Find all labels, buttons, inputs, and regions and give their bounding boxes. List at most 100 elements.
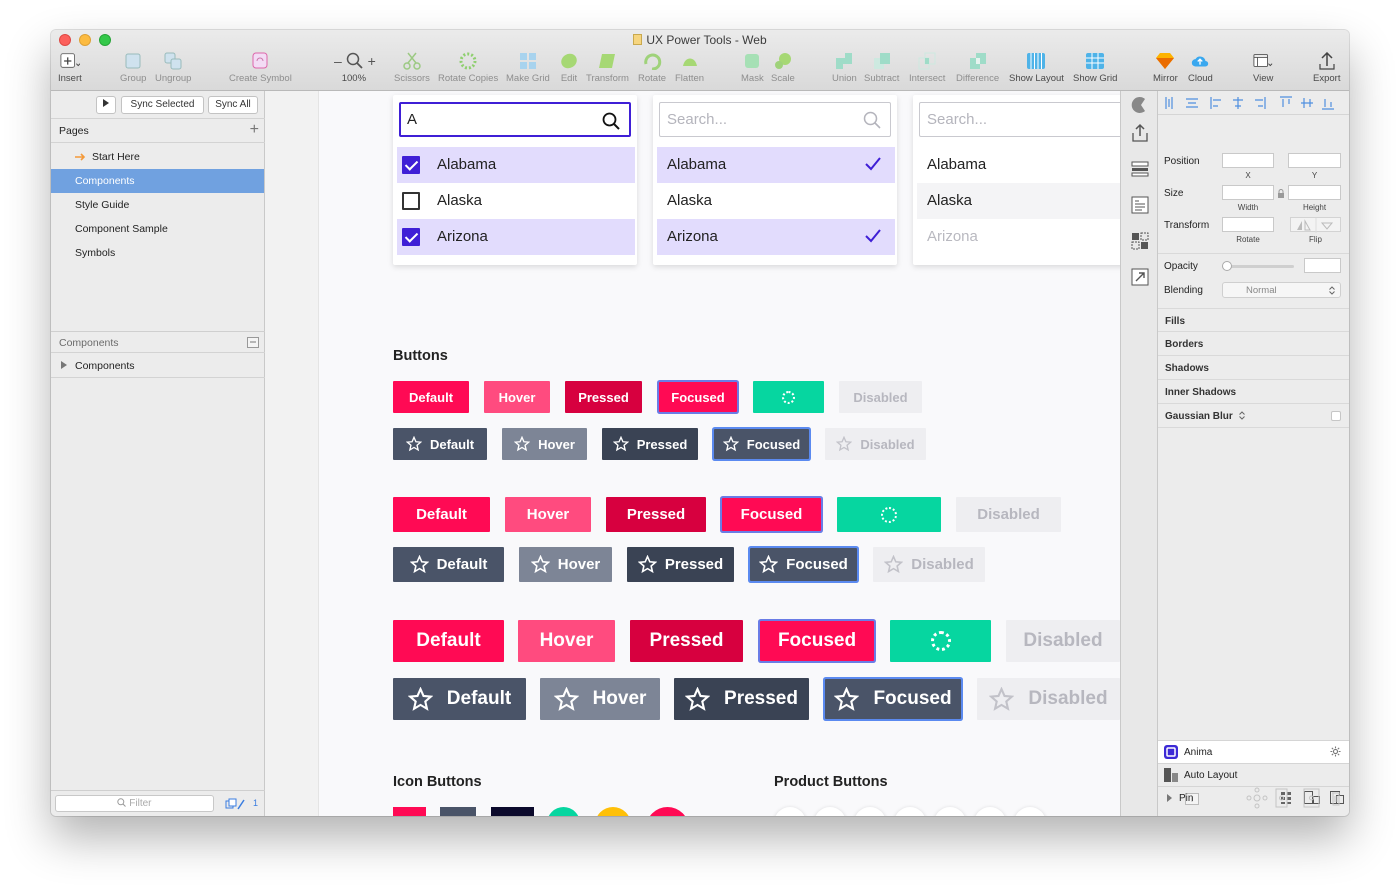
export-button[interactable]: Export <box>1313 52 1340 84</box>
search-input[interactable]: Search... <box>659 102 891 137</box>
layout-grid-icon[interactable] <box>1130 231 1150 251</box>
button-focused-small[interactable]: Focused <box>659 382 737 412</box>
anima-plugin-row[interactable]: Anima <box>1158 740 1349 763</box>
option-alabama[interactable]: Alabama <box>917 147 1120 183</box>
sync-selected-button[interactable]: Sync Selected <box>121 96 204 114</box>
edit-button[interactable]: Edit <box>559 52 579 84</box>
shopify-button[interactable] <box>934 807 966 816</box>
disclosure-triangle-icon[interactable] <box>1167 794 1172 802</box>
star-button-pressed-medium[interactable]: Pressed <box>627 547 734 582</box>
view-button[interactable]: View <box>1253 52 1273 84</box>
cloud-button[interactable]: Cloud <box>1188 52 1213 84</box>
page-item-style-guide[interactable]: Style Guide <box>51 193 264 217</box>
button-loading-large[interactable] <box>890 620 991 662</box>
zoom-in-button[interactable]: + <box>368 53 376 69</box>
intersect-button[interactable]: Intersect <box>909 52 945 84</box>
position-x-input[interactable] <box>1222 153 1274 168</box>
make-grid-button[interactable]: Make Grid <box>506 52 550 84</box>
stack-icon[interactable] <box>1130 159 1150 179</box>
show-layout-button[interactable]: Show Layout <box>1009 52 1064 84</box>
icon-button-yellow-round[interactable] <box>595 807 631 816</box>
star-button-pressed-large[interactable]: Pressed <box>674 678 809 720</box>
twitter-button[interactable] <box>1014 807 1046 816</box>
create-symbol-button[interactable]: Create Symbol <box>229 52 292 84</box>
icon-button-pink-square[interactable] <box>393 807 426 816</box>
icon-button-pink-round[interactable] <box>646 807 689 816</box>
search-input[interactable]: Search... <box>919 102 1120 137</box>
resize-icon[interactable] <box>1130 267 1150 287</box>
button-focused-large[interactable]: Focused <box>760 621 874 661</box>
content-icon[interactable] <box>1130 195 1150 215</box>
star-button-default-medium[interactable]: Default <box>393 547 504 582</box>
button-focused-medium[interactable]: Focused <box>722 498 821 531</box>
insert-button[interactable]: Insert <box>58 52 82 84</box>
scissors-button[interactable]: Scissors <box>394 52 430 84</box>
craft-icon[interactable] <box>1130 95 1150 115</box>
show-grid-button[interactable]: Show Grid <box>1073 52 1117 84</box>
union-button[interactable]: Union <box>832 52 857 84</box>
shadows-section[interactable]: Shadows <box>1158 356 1349 380</box>
star-button-default-small[interactable]: Default <box>393 428 487 460</box>
filter-input[interactable]: Filter <box>55 795 214 812</box>
sync-all-button[interactable]: Sync All <box>208 96 258 114</box>
star-button-pressed-small[interactable]: Pressed <box>602 428 698 460</box>
group-button[interactable]: Group <box>120 52 146 84</box>
icon-button-slate-square[interactable] <box>440 807 476 816</box>
star-button-default-large[interactable]: Default <box>393 678 526 720</box>
option-alabama[interactable]: Alabama <box>397 147 635 183</box>
add-page-icon[interactable]: + <box>250 121 259 139</box>
button-hover-large[interactable]: Hover <box>518 620 615 662</box>
button-default-large[interactable]: Default <box>393 620 504 662</box>
button-hover-small[interactable]: Hover <box>484 381 550 413</box>
star-button-focused-small[interactable]: Focused <box>714 429 809 459</box>
icon-button-teal-round[interactable] <box>547 807 580 816</box>
collapse-icon[interactable] <box>247 337 259 348</box>
subtract-button[interactable]: Subtract <box>864 52 899 84</box>
blending-select[interactable]: Normal <box>1222 282 1341 298</box>
option-arizona[interactable]: Arizona <box>397 219 635 255</box>
opacity-input[interactable] <box>1304 258 1341 273</box>
rotate-input[interactable] <box>1222 217 1274 232</box>
button-pressed-medium[interactable]: Pressed <box>606 497 706 532</box>
icon-button-navy-square[interactable] <box>491 807 534 816</box>
paypal-button[interactable] <box>894 807 926 816</box>
borders-section[interactable]: Borders <box>1158 332 1349 356</box>
star-button-hover-large[interactable]: Hover <box>540 678 660 720</box>
canvas[interactable]: A Alabama Alaska Arizona Search... Alaba… <box>265 91 1120 816</box>
option-alaska[interactable]: Alaska <box>397 183 635 219</box>
youtube-button[interactable] <box>814 807 846 816</box>
layer-item-components[interactable]: Components <box>51 354 265 378</box>
zoom-out-button[interactable]: – <box>334 53 342 69</box>
page-item-symbols[interactable]: Symbols <box>51 241 264 265</box>
position-y-input[interactable] <box>1288 153 1341 168</box>
ux-power-tools-button[interactable] <box>974 807 1006 816</box>
lock-icon[interactable] <box>1277 189 1285 198</box>
share-icon[interactable] <box>1130 123 1150 143</box>
opacity-slider[interactable] <box>1222 265 1294 268</box>
button-default-medium[interactable]: Default <box>393 497 490 532</box>
disclosure-triangle-icon[interactable] <box>61 361 67 369</box>
mirror-button[interactable]: Mirror <box>1153 52 1178 84</box>
button-default-small[interactable]: Default <box>393 381 469 413</box>
pin-row[interactable]: Pin <box>1158 786 1349 812</box>
difference-button[interactable]: Difference <box>956 52 999 84</box>
pin-controls-icon[interactable] <box>1246 787 1342 809</box>
star-button-hover-small[interactable]: Hover <box>502 428 587 460</box>
ungroup-button[interactable]: Ungroup <box>155 52 191 84</box>
height-input[interactable] <box>1288 185 1341 200</box>
page-item-start-here[interactable]: Start Here <box>51 145 264 169</box>
page-item-component-sample[interactable]: Component Sample <box>51 217 264 241</box>
option-alabama-selected[interactable]: Alabama <box>657 147 895 183</box>
transform-button[interactable]: Transform <box>586 52 629 84</box>
flip-buttons[interactable] <box>1290 217 1341 233</box>
button-pressed-small[interactable]: Pressed <box>565 381 642 413</box>
star-button-focused-large[interactable]: Focused <box>825 679 961 719</box>
button-pressed-large[interactable]: Pressed <box>630 620 743 662</box>
search-input-active[interactable]: A <box>399 102 631 137</box>
option-alaska[interactable]: Alaska <box>657 183 895 219</box>
facebook-button[interactable] <box>774 807 806 816</box>
button-loading-small[interactable] <box>753 381 824 413</box>
checkbox-checked[interactable] <box>402 228 420 246</box>
star-button-focused-medium[interactable]: Focused <box>750 548 857 581</box>
width-input[interactable] <box>1222 185 1274 200</box>
